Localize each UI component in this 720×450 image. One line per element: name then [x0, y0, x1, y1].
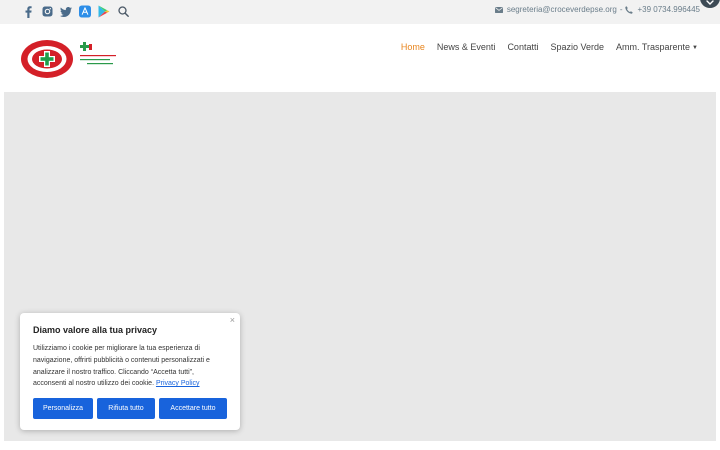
- app-store-icon[interactable]: [79, 4, 91, 19]
- cookie-text-line: acconsenti al nostro utilizzo dei cookie…: [33, 378, 231, 390]
- search-icon[interactable]: [117, 4, 129, 19]
- site-header: Home News & Eventi Contatti Spazio Verde…: [0, 24, 720, 90]
- chevron-down-icon: [706, 0, 714, 5]
- reject-all-button[interactable]: Rifiuta tutto: [97, 398, 155, 419]
- accept-all-button[interactable]: Accettare tutto: [159, 398, 227, 419]
- cookie-text-line: Utilizziamo i cookie per migliorare la t…: [33, 345, 200, 352]
- phone-number[interactable]: +39 0734.996445: [637, 5, 700, 14]
- main-nav: Home News & Eventi Contatti Spazio Verde…: [401, 42, 698, 52]
- phone-icon: [625, 5, 634, 14]
- contact-info: segreteria@croceverdepse.org - +39 0734.…: [494, 5, 700, 14]
- google-play-icon[interactable]: [98, 4, 110, 19]
- envelope-icon: [494, 6, 503, 13]
- facebook-icon[interactable]: [22, 4, 34, 19]
- cookie-title: Diamo valore alla tua privacy: [33, 325, 158, 335]
- close-icon[interactable]: ×: [230, 315, 235, 325]
- cookie-consent-dialog: × Diamo valore alla tua privacy Utilizzi…: [20, 313, 240, 430]
- nav-item-contatti[interactable]: Contatti: [507, 42, 538, 52]
- cookie-buttons: Personalizza Rifiuta tutto Accettare tut…: [33, 398, 227, 419]
- nav-item-home[interactable]: Home: [401, 42, 425, 52]
- anpas-logo[interactable]: [79, 41, 119, 71]
- email-link[interactable]: segreteria@croceverdepse.org: [507, 5, 617, 14]
- nav-item-label: Amm. Trasparente: [616, 42, 691, 52]
- instagram-icon[interactable]: [41, 4, 53, 19]
- caret-down-icon: ▼: [692, 44, 698, 51]
- twitter-icon[interactable]: [60, 4, 72, 19]
- croce-verde-logo[interactable]: [19, 38, 75, 85]
- cookie-text-fragment: acconsenti al nostro utilizzo dei cookie…: [33, 380, 155, 388]
- top-bar: segreteria@croceverdepse.org - +39 0734.…: [0, 0, 720, 24]
- customize-button[interactable]: Personalizza: [33, 398, 93, 419]
- cookie-description: Utilizziamo i cookie per migliorare la t…: [33, 343, 231, 390]
- social-links: [22, 4, 129, 19]
- nav-item-news-eventi[interactable]: News & Eventi: [437, 42, 496, 52]
- nav-item-spazio-verde[interactable]: Spazio Verde: [550, 42, 604, 52]
- scroll-toggle-button[interactable]: [700, 0, 720, 8]
- contact-separator: -: [619, 5, 623, 14]
- cookie-text-line: analizzare il nostro traffico. Cliccando…: [33, 368, 194, 376]
- privacy-policy-link[interactable]: Privacy Policy: [156, 380, 200, 387]
- cookie-text-line: navigazione, offrirti pubblicità o conte…: [33, 356, 210, 364]
- nav-item-amm-trasparente[interactable]: Amm. Trasparente ▼: [616, 42, 698, 52]
